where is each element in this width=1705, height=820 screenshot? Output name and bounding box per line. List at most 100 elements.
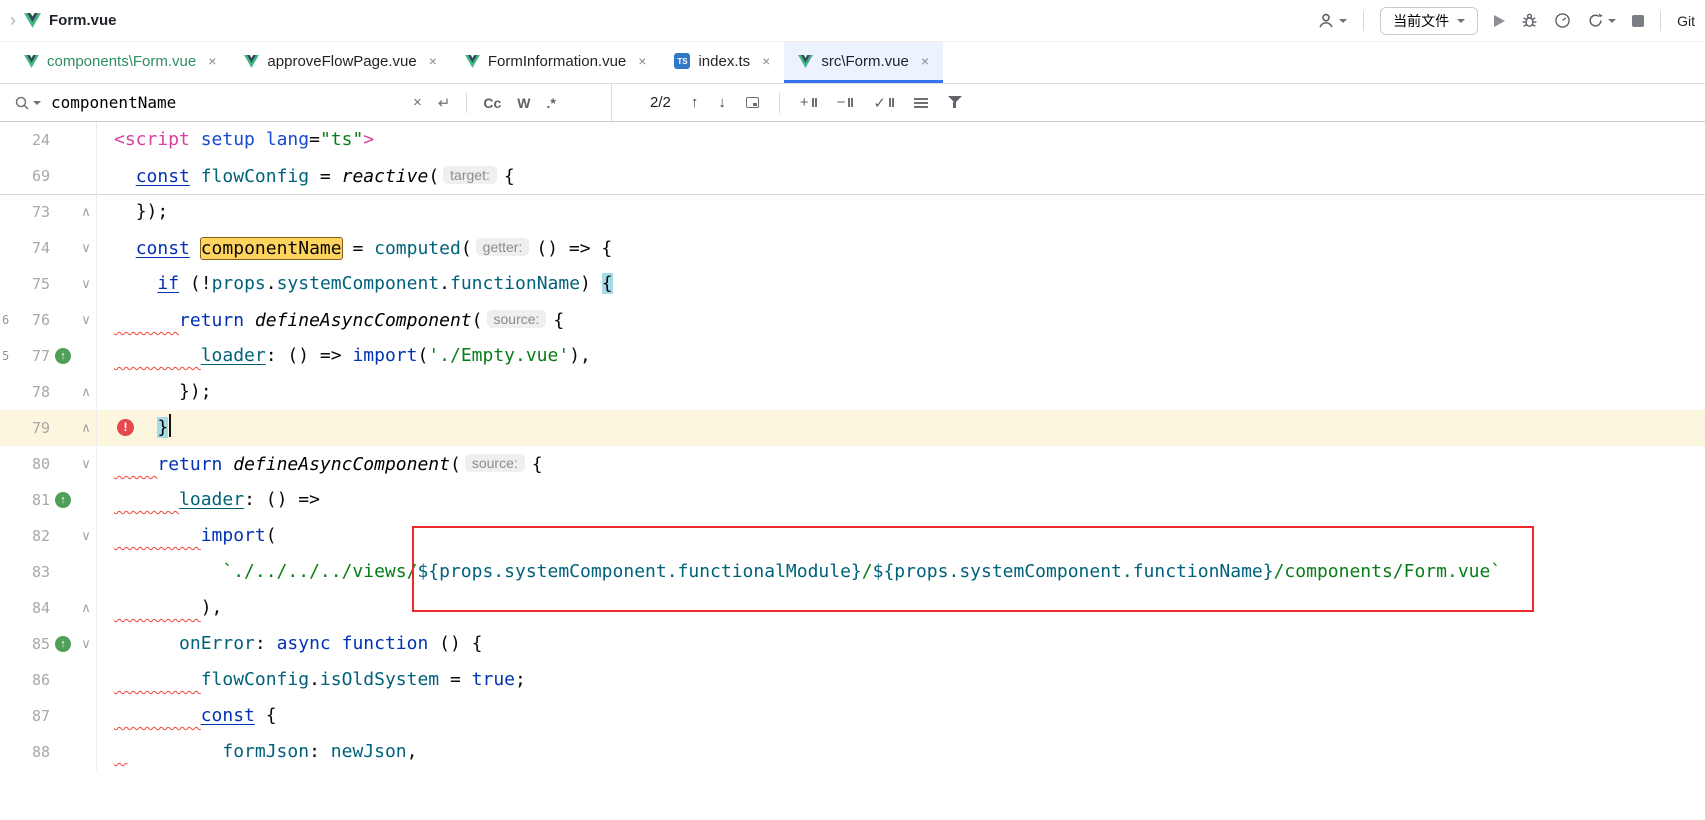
code-text: flowConfig.isOldSystem = true; (96, 662, 1705, 698)
code-line-24[interactable]: 24<script setup lang="ts"> (0, 122, 1705, 158)
code-line-73[interactable]: 73∧ }); (0, 194, 1705, 230)
debug-icon[interactable] (1521, 12, 1538, 29)
tab-approveflowpage-vue[interactable]: approveFlowPage.vue × (230, 42, 450, 83)
words-toggle[interactable]: W (517, 95, 530, 111)
search-options-icon[interactable] (914, 98, 928, 108)
run-icon[interactable] (1494, 15, 1505, 27)
code-token: import (352, 345, 417, 366)
search-field[interactable]: componentName × ↵ Cc W .* (0, 84, 612, 121)
run-config-selector[interactable]: 当前文件 (1380, 7, 1478, 35)
rerun-icon[interactable] (1587, 12, 1616, 29)
stop-icon[interactable] (1632, 15, 1644, 27)
newline-icon[interactable]: ↵ (438, 94, 451, 112)
fold-down-icon[interactable]: ∨ (81, 276, 91, 292)
code-token: './Empty.vue' (428, 345, 569, 366)
fold-down-icon[interactable]: ∨ (81, 456, 91, 472)
code-line-78[interactable]: 78∧ }); (0, 374, 1705, 410)
fold-down-icon[interactable]: ∨ (81, 636, 91, 652)
fold-down-icon[interactable]: ∨ (81, 312, 91, 328)
tab-label: components\Form.vue (47, 53, 196, 70)
vue-file-icon (798, 55, 813, 68)
code-line-76[interactable]: 676∨ return defineAsyncComponent(source:… (0, 302, 1705, 338)
code-line-82[interactable]: 82∨ import( (0, 518, 1705, 554)
code-token: / (862, 561, 873, 582)
code-line-75[interactable]: 75∨ if (!props.systemComponent.functionN… (0, 266, 1705, 302)
code-line-88[interactable]: 88 formJson: newJson, (0, 734, 1705, 770)
breadcrumb-chevron-icon[interactable]: › (10, 10, 16, 31)
close-icon[interactable]: × (208, 53, 216, 69)
line-number: 76 (16, 311, 50, 329)
code-token (114, 489, 179, 510)
search-input[interactable]: componentName (51, 93, 403, 112)
tab-index-ts[interactable]: TS index.ts × (660, 42, 784, 83)
filter-icon[interactable] (948, 96, 962, 109)
close-icon[interactable]: × (638, 53, 646, 69)
code-token: <script (114, 129, 190, 150)
code-area[interactable]: 24<script setup lang="ts">69 const flowC… (0, 122, 1705, 770)
code-token: functionName (450, 273, 580, 294)
code-token: () { (428, 633, 482, 654)
implements-icon[interactable]: ↑ (55, 348, 71, 364)
fold-down-icon[interactable]: ∨ (81, 240, 91, 256)
tab-src-form-vue[interactable]: src\Form.vue × (784, 42, 943, 83)
vue-file-icon (465, 55, 480, 68)
code-line-87[interactable]: 87 const { (0, 698, 1705, 734)
titlebar-actions: 当前文件 Git (1317, 7, 1697, 35)
code-line-83[interactable]: 83 `./../../../views/${props.systemCompo… (0, 554, 1705, 590)
profiler-icon[interactable] (1554, 12, 1571, 29)
code-line-84[interactable]: 84∧ ), (0, 590, 1705, 626)
code-line-85[interactable]: 85↑∨ onError: async function () { (0, 626, 1705, 662)
code-token: if (157, 273, 179, 294)
implements-icon[interactable]: ↑ (55, 636, 71, 652)
fold-up-icon[interactable]: ∧ (81, 204, 91, 220)
code-token: source: (465, 454, 525, 472)
close-icon[interactable]: × (921, 53, 929, 69)
implements-icon[interactable]: ↑ (55, 492, 71, 508)
code-line-79[interactable]: 79∧ }! (0, 410, 1705, 446)
code-text: }); (96, 374, 1705, 410)
search-icon[interactable] (14, 95, 41, 111)
previous-occurrence-icon[interactable]: ↑ (691, 94, 699, 111)
code-token (114, 561, 222, 582)
regex-toggle[interactable]: .* (546, 95, 555, 111)
select-all-occurrences-icon[interactable]: ✓ (873, 94, 894, 112)
code-line-81[interactable]: 81↑ loader: () => (0, 482, 1705, 518)
tab-components-form-vue[interactable]: components\Form.vue × (10, 42, 230, 83)
next-occurrence-icon[interactable]: ↓ (718, 94, 726, 111)
code-text: ), (96, 590, 1705, 626)
code-token: } (157, 417, 168, 438)
code-token: () => { (536, 238, 612, 259)
add-selection-icon[interactable]: + (800, 94, 817, 111)
code-line-74[interactable]: 74∨ const componentName = computed(gette… (0, 230, 1705, 266)
check-glyph: ✓ (873, 94, 886, 112)
remove-selection-icon[interactable]: − (837, 94, 854, 111)
tab-forminformation-vue[interactable]: FormInformation.vue × (451, 42, 661, 83)
code-line-86[interactable]: 86 flowConfig.isOldSystem = true; (0, 662, 1705, 698)
code-line-80[interactable]: 80∨ return defineAsyncComponent(source:{ (0, 446, 1705, 482)
close-icon[interactable]: × (429, 53, 437, 69)
clear-search-icon[interactable]: × (413, 94, 422, 111)
code-token (114, 525, 201, 546)
fold-up-icon[interactable]: ∧ (81, 384, 91, 400)
line-number: 88 (16, 743, 50, 761)
divider (1363, 11, 1364, 31)
tab-label: approveFlowPage.vue (267, 53, 416, 70)
fold-up-icon[interactable]: ∧ (81, 600, 91, 616)
code-token: componentName (201, 238, 342, 259)
match-case-toggle[interactable]: Cc (483, 95, 501, 111)
code-line-77[interactable]: 577↑ loader: () => import('./Empty.vue')… (0, 338, 1705, 374)
code-token: { (532, 454, 543, 475)
editor[interactable]: 24<script setup lang="ts">69 const flowC… (0, 122, 1705, 820)
code-text: return defineAsyncComponent(source:{ (96, 301, 1705, 339)
user-account-icon[interactable] (1317, 12, 1347, 30)
git-menu[interactable]: Git (1677, 13, 1695, 29)
code-token: const (136, 166, 190, 187)
fold-down-icon[interactable]: ∨ (81, 528, 91, 544)
code-line-69[interactable]: 69 const flowConfig = reactive(target:{ (0, 158, 1705, 194)
close-icon[interactable]: × (762, 53, 770, 69)
code-token (114, 705, 201, 726)
code-token: { (504, 166, 515, 187)
open-in-tool-window-icon[interactable] (746, 97, 759, 108)
editor-tabs: components\Form.vue × approveFlowPage.vu… (0, 42, 1705, 84)
fold-up-icon[interactable]: ∧ (81, 420, 91, 436)
